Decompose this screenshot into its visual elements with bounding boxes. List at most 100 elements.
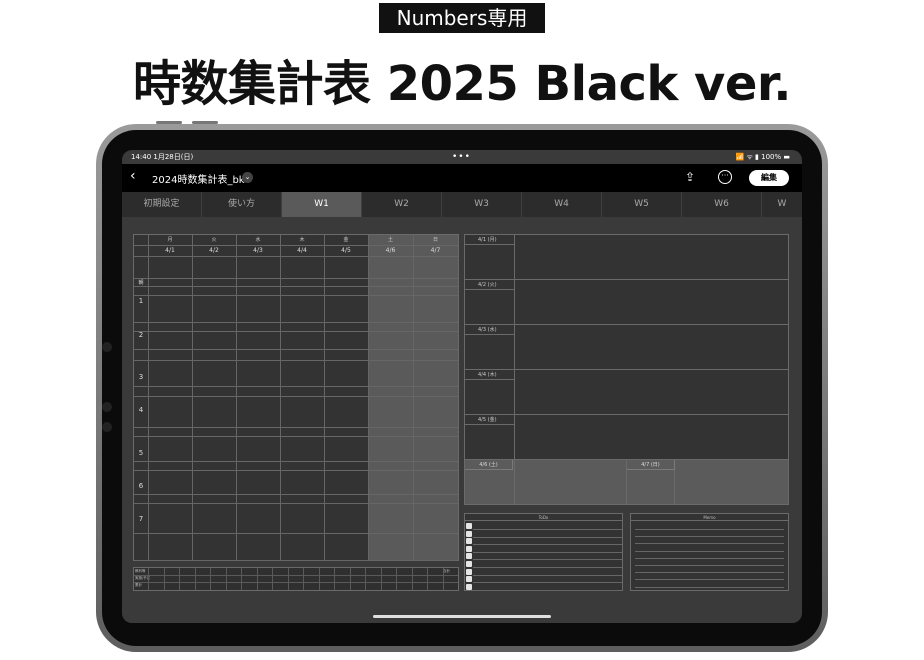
grid-line [148,568,149,590]
period-label: 2 [138,331,144,339]
edit-button[interactable]: 編集 [749,170,789,186]
grid-line [396,568,397,590]
todo-line [473,544,622,546]
todo-checkbox[interactable] [466,545,472,552]
weekend-column [368,235,413,560]
grid-line [303,568,304,590]
grid-line [134,461,458,462]
more-options-icon[interactable]: ··· [718,170,732,184]
grid-line [148,235,149,560]
todo-line [473,559,622,561]
grid-line [380,568,382,590]
weekend-date-label: 4/6 (土) [465,460,513,470]
document-title[interactable]: 2024時数集計表_bk [152,171,245,186]
memo-line [635,579,784,581]
date-header: 4/7 [430,247,441,254]
chevron-down-icon[interactable]: ⌄ [242,172,253,183]
grid-line [134,278,458,279]
daily-note-row[interactable]: 4/3 (水) [465,325,788,370]
tab-w3[interactable]: W3 [442,192,522,217]
memo-line [635,557,784,559]
tab-how-to-use[interactable]: 使い方 [202,192,282,217]
todo-checkbox[interactable] [466,538,472,545]
todo-line [473,574,622,576]
date-header: 4/3 [253,247,263,254]
weekend-column [413,235,458,560]
todo-checkbox[interactable] [466,576,472,583]
memo-line [635,550,784,552]
grid-line [210,568,211,590]
memo-line [635,586,784,588]
todo-line [473,551,622,553]
daily-note-row[interactable]: 4/1 (月) [465,235,788,280]
grid-line [134,436,458,437]
memo-line [635,572,784,574]
sheet-tabs: 初期設定 使い方 W1 W2 W3 W4 W5 W6 W [122,192,802,217]
todo-checkbox[interactable] [466,523,472,529]
weekend-date-label: 4/7 (日) [627,460,675,470]
period-label: 4 [138,406,144,414]
todo-line [473,567,622,568]
grid-line [236,235,237,560]
todo-line [473,529,622,530]
todo-line [473,589,622,591]
todo-checkbox[interactable] [466,583,472,590]
daily-date-label: 4/5 (金) [465,415,515,425]
grid-line [134,560,458,561]
daily-side-cell[interactable] [465,425,515,459]
status-bar: 14:40 1月28日(日) ••• 📶 ᯤ ▮ 100% ▬ [122,150,802,164]
daily-side-cell[interactable] [465,335,515,369]
tablet-screen: 14:40 1月28日(日) ••• 📶 ᯤ ▮ 100% ▬ ‹ 2024時数… [122,150,802,623]
period-label: 3 [138,373,144,381]
grid-line [134,494,458,495]
grid-line [272,568,273,590]
daily-side-cell[interactable] [465,380,515,414]
grid-line [163,568,165,590]
memo-line [635,565,784,566]
tab-w5[interactable]: W5 [602,192,682,217]
grid-line [334,568,335,590]
share-icon[interactable]: ⇪ [685,170,695,184]
daily-note-row[interactable]: 4/5 (金) [465,415,788,460]
grid-line [134,286,458,287]
spreadsheet-area: 月 4/1 火 4/2 水 4/3 木 4/4 金 4/5 土 4/6 日 4/7 朝 1 2 3 4 5 6 7 教科等… [122,217,802,623]
summary-label: 累計 [135,583,142,587]
tab-w7-partial[interactable]: W [762,192,802,217]
period-label: 5 [138,449,144,457]
tab-w1[interactable]: W1 [282,192,362,217]
weekday-header: 金 [343,237,349,243]
grid-line [365,568,366,590]
weekly-schedule-grid: 月 4/1 火 4/2 水 4/3 木 4/4 金 4/5 土 4/6 日 4/7 朝 1 2 3 4 5 6 7 [133,234,459,561]
todo-checkbox[interactable] [466,530,472,537]
tab-w4[interactable]: W4 [522,192,602,217]
todo-checkbox[interactable] [466,553,472,560]
tab-w6[interactable]: W6 [682,192,762,217]
grid-line [134,349,458,350]
daily-note-row[interactable]: 4/4 (木) [465,370,788,415]
grid-line [134,470,458,471]
daily-side-cell[interactable] [465,290,515,324]
grid-line [134,503,458,504]
grid-line [134,295,458,296]
memo-title: Memo [631,514,788,521]
todo-checkbox[interactable] [466,561,472,567]
grid-line [318,568,320,590]
memo-line [635,536,784,538]
grid-line [134,582,458,583]
memo-line [635,529,784,530]
date-header: 4/1 [165,247,175,254]
nav-bar: ‹ 2024時数集計表_bk ⌄ ⇪ ··· 編集 [122,164,802,192]
grid-line [256,568,258,590]
todo-checkbox[interactable] [466,568,472,575]
back-chevron-icon[interactable]: ‹ [130,168,136,184]
status-icons: 📶 ᯤ ▮ 100% ▬ [735,153,791,161]
tab-w2[interactable]: W2 [362,192,442,217]
tab-initial-settings[interactable]: 初期設定 [122,192,202,217]
grid-line [427,568,428,590]
tablet-side-button [102,402,112,412]
multitask-dots[interactable]: ••• [452,150,471,164]
daily-note-row[interactable]: 4/2 (火) [465,280,788,325]
daily-side-cell[interactable] [465,245,515,279]
todo-list: ToDo [464,513,623,591]
home-indicator [373,615,551,618]
